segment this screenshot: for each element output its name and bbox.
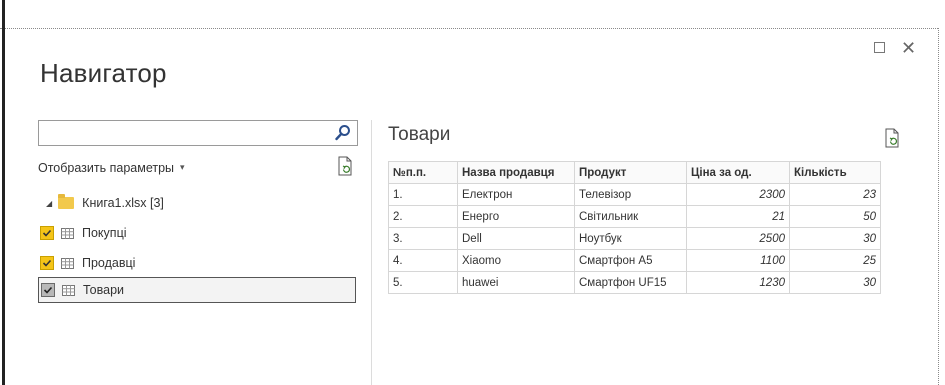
chevron-down-icon: ▾ [180,162,185,172]
display-options-label: Отобразить параметры [38,161,175,175]
window-border-right [938,28,939,385]
table-cell: 5. [388,271,458,294]
tree-item-label: Продавці [82,256,136,270]
table-icon [61,227,74,239]
table-row: 1. Електрон Телевізор 2300 23 [388,183,881,206]
refresh-icon[interactable] [337,156,353,176]
table-cell: huawei [457,271,575,294]
folder-icon [58,194,75,209]
maximize-icon[interactable] [874,42,885,53]
search-input[interactable] [38,120,358,146]
table-row: 4. Xiaomo Смартфон А5 1100 25 [388,249,881,272]
checkbox-checked-icon[interactable] [41,283,55,297]
table-cell: Dell [457,227,575,250]
table-cell: 2. [388,205,458,228]
tree-item-buyers[interactable]: Покупці [38,220,356,246]
preview-table: №п.п. Назва продавця Продукт Ціна за од.… [388,161,881,294]
table-row: 5. huawei Смартфон UF15 1230 30 [388,271,881,294]
dialog-title: Навигатор [40,58,167,88]
checkbox-checked-icon[interactable] [40,226,54,240]
table-cell: 1100 [686,249,790,272]
close-icon[interactable]: ✕ [901,38,916,58]
column-header[interactable]: Ціна за од. [686,161,790,184]
tree-item-goods[interactable]: Товари [38,277,356,303]
column-header[interactable]: №п.п. [388,161,458,184]
table-cell: 50 [789,205,881,228]
table-cell: 23 [789,183,881,206]
column-header[interactable]: Продукт [574,161,687,184]
tree-item-label: Товари [83,283,124,297]
checkbox-checked-icon[interactable] [40,256,54,270]
table-cell: 30 [789,271,881,294]
table-cell: 21 [686,205,790,228]
column-header[interactable]: Назва продавця [457,161,575,184]
table-cell: Смартфон UF15 [574,271,687,294]
table-row: 3. Dell Ноутбук 2500 30 [388,227,881,250]
tree-file-node[interactable]: ◢ Книга1.xlsx [3] [46,194,164,210]
table-cell: 30 [789,227,881,250]
collapse-triangle-icon[interactable]: ◢ [46,199,52,208]
table-cell: 2300 [686,183,790,206]
panel-divider [371,120,372,385]
file-label: Книга1.xlsx [3] [82,196,164,210]
window-border-left [2,0,5,385]
display-options-dropdown[interactable]: Отобразить параметры ▾ [38,161,185,175]
tree-item-sellers[interactable]: Продавці [38,250,356,276]
preview-title: Товари [388,124,451,145]
table-cell: 1230 [686,271,790,294]
table-cell: Телевізор [574,183,687,206]
table-cell: Електрон [457,183,575,206]
table-cell: 2500 [686,227,790,250]
table-cell: Енерго [457,205,575,228]
navigator-dialog: ✕ Навигатор Отобразить параметры ▾ ◢ Книг… [0,0,945,385]
table-cell: 3. [388,227,458,250]
search-icon[interactable] [335,124,351,142]
table-cell: 1. [388,183,458,206]
window-border-top [0,28,938,29]
tree-item-label: Покупці [82,226,127,240]
table-cell: 4. [388,249,458,272]
table-header-row: №п.п. Назва продавця Продукт Ціна за од.… [388,161,881,184]
table-row: 2. Енерго Світильник 21 50 [388,205,881,228]
table-icon [61,257,74,269]
table-cell: Смартфон А5 [574,249,687,272]
table-icon [62,284,75,296]
table-cell: 25 [789,249,881,272]
column-header[interactable]: Кількість [789,161,881,184]
table-cell: Світильник [574,205,687,228]
refresh-icon[interactable] [884,128,900,148]
table-cell: Ноутбук [574,227,687,250]
table-cell: Xiaomo [457,249,575,272]
